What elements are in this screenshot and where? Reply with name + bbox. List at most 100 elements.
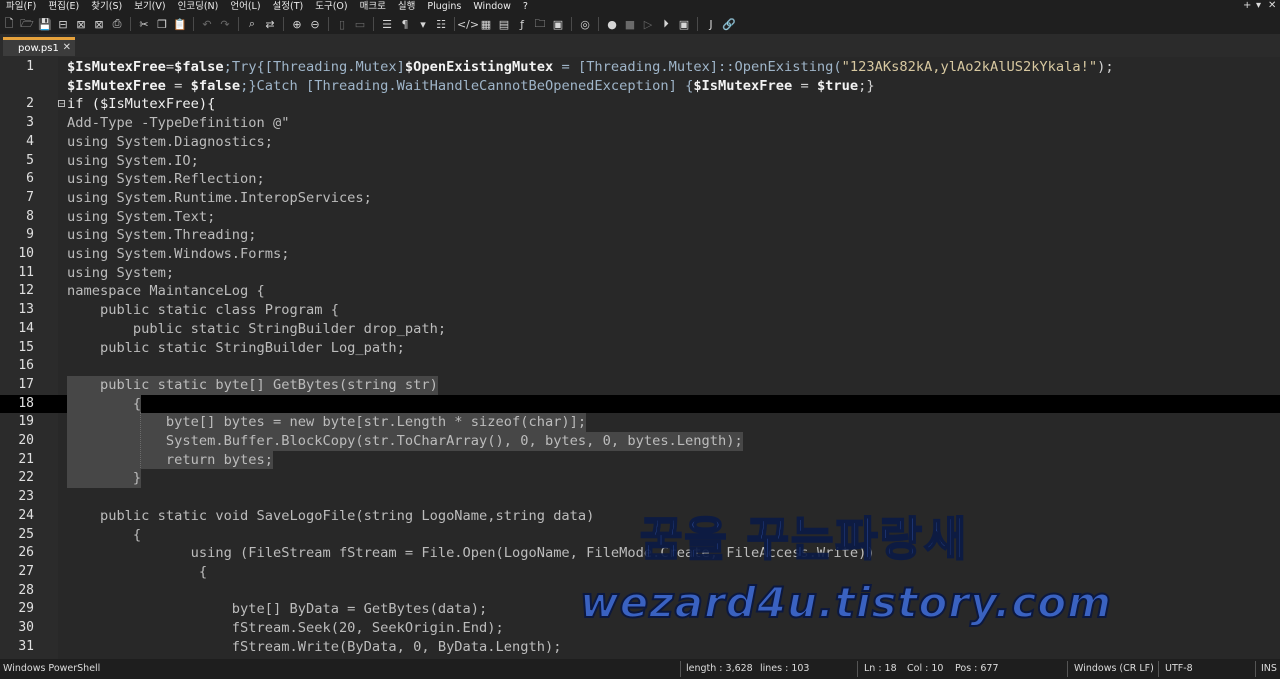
menu-tools[interactable]: 도구(O) — [309, 0, 353, 14]
zoom-out-icon[interactable]: ⊖ — [307, 16, 323, 32]
close-icon[interactable]: ⊠ — [73, 16, 89, 32]
code-line: 4 using System.Diagnostics; — [0, 133, 1280, 152]
code-icon[interactable]: </> — [457, 16, 479, 32]
status-col: Col : 10 — [907, 663, 944, 674]
line-number: 5 — [26, 152, 34, 168]
line-text: Add-Type -TypeDefinition @" — [67, 115, 290, 132]
copy-icon[interactable]: ❐ — [154, 16, 170, 32]
toolbar-divider — [238, 17, 239, 31]
line-text: return bytes; — [67, 450, 274, 470]
line-number: 29 — [18, 601, 34, 617]
line-number: 10 — [18, 246, 34, 261]
menu-settings[interactable]: 설정(T) — [267, 0, 310, 14]
code-token: $false — [190, 77, 241, 94]
code-token: = — [165, 59, 175, 75]
menu-search[interactable]: 찾기(S) — [85, 0, 128, 14]
replace-icon[interactable]: ⇄ — [262, 16, 278, 32]
line-number: 7 — [26, 189, 34, 205]
redo-icon[interactable]: ↷ — [217, 16, 233, 32]
record-macro-icon[interactable]: ● — [604, 16, 620, 32]
sync-h-icon[interactable]: ▭ — [352, 16, 368, 32]
tab-list-down-icon[interactable]: ▾ — [1256, 0, 1261, 11]
paste-icon[interactable]: 📋 — [172, 16, 188, 32]
show-all-chars-icon[interactable]: ¶ — [397, 16, 413, 32]
menu-help[interactable]: ? — [517, 0, 534, 14]
menu-window[interactable]: Window — [467, 0, 516, 14]
indent-guide-icon[interactable]: ☷ — [433, 16, 449, 32]
tab-bar: pow.ps1 ✕ — [0, 34, 1280, 56]
new-file-icon[interactable]: 🗋 — [1, 16, 17, 32]
line-text: using System.IO; — [67, 152, 199, 169]
function-list-icon[interactable]: ƒ — [514, 16, 530, 32]
folder-workspace-icon[interactable]: 🗀 — [532, 16, 548, 32]
play-macro-icon[interactable]: ▷ — [640, 16, 656, 32]
save-all-icon[interactable]: ⊟ — [55, 16, 71, 32]
plugin-j-icon[interactable]: J — [703, 16, 719, 32]
line-number: 14 — [18, 320, 34, 336]
monitor-icon[interactable]: ▣ — [550, 16, 566, 32]
doc-list-icon[interactable]: ▤ — [496, 16, 512, 32]
code-line: 20 System.Buffer.BlockCopy(str.ToCharArr… — [0, 432, 1280, 451]
run-multiple-icon[interactable]: ⏵ — [658, 16, 674, 32]
link-icon[interactable]: 🔗 — [721, 16, 737, 32]
menu-encoding[interactable]: 인코딩(N) — [172, 0, 225, 14]
word-wrap-icon[interactable]: ☰ — [379, 16, 395, 32]
status-ln: Ln : 18 — [864, 663, 897, 674]
code-token: ); — [1097, 59, 1114, 75]
fold-toggle-icon[interactable]: − — [58, 100, 65, 108]
menu-view[interactable]: 보기(V) — [128, 0, 171, 14]
undo-icon[interactable]: ↶ — [199, 16, 215, 32]
focus-icon[interactable]: ◎ — [577, 16, 593, 32]
toolbar-divider — [328, 17, 329, 31]
line-number: 16 — [18, 358, 34, 374]
menu-file[interactable]: 파일(F) — [0, 0, 42, 14]
cut-icon[interactable]: ✂ — [136, 16, 152, 32]
menu-edit[interactable]: 편집(E) — [42, 0, 85, 14]
print-icon[interactable]: ⎙ — [109, 16, 125, 32]
new-tab-plus[interactable]: + — [1243, 0, 1251, 11]
code-line: 14 public static StringBuilder drop_path… — [0, 320, 1280, 339]
line-number: 8 — [26, 208, 34, 224]
menu-macro[interactable]: 매크로 — [354, 0, 392, 14]
line-text: System.Buffer.BlockCopy(str.ToCharArray(… — [67, 432, 743, 451]
code-line: 7 using System.Runtime.InteropServices; — [0, 189, 1280, 208]
code-line: 12 namespace MaintanceLog { — [0, 282, 1280, 301]
code-token: = — [165, 77, 191, 94]
code-token: ;} — [858, 77, 875, 94]
zoom-in-icon[interactable]: ⊕ — [289, 16, 305, 32]
dropdown-icon[interactable]: ▾ — [415, 16, 431, 32]
code-token: "123AKs82kA,ylAo2kAlUS2kYkala!" — [841, 59, 1098, 75]
save-icon[interactable]: 💾 — [37, 16, 53, 32]
code-line: 31 fStream.Write(ByData, 0, ByData.Lengt… — [0, 638, 1280, 657]
menu-run[interactable]: 실행 — [392, 0, 421, 14]
save-macro-icon[interactable]: ▣ — [676, 16, 692, 32]
close-doc-icon[interactable]: ✕ — [1268, 0, 1276, 11]
toolbar-divider — [283, 17, 284, 31]
open-file-icon[interactable]: 🗁 — [19, 16, 35, 32]
map-icon[interactable]: ▦ — [478, 16, 494, 32]
line-number: 17 — [18, 376, 34, 392]
line-number: 30 — [18, 620, 34, 635]
tab-label: pow.ps1 — [18, 42, 59, 54]
code-token: $IsMutexFree — [67, 59, 166, 75]
line-number: 28 — [18, 582, 34, 598]
code-token: $true — [816, 77, 859, 94]
code-token: $false — [174, 59, 224, 75]
line-number: 13 — [18, 302, 34, 318]
close-all-icon[interactable]: ⊠ — [91, 16, 107, 32]
tab-pow-ps1[interactable]: pow.ps1 ✕ — [3, 37, 75, 56]
tab-close-icon[interactable]: ✕ — [63, 42, 71, 53]
menu-plugins[interactable]: Plugins — [421, 0, 467, 14]
status-lines: lines : 103 — [760, 663, 810, 674]
stop-macro-icon[interactable]: ■ — [622, 16, 638, 32]
line-text: using System.Windows.Forms; — [67, 246, 290, 262]
find-icon[interactable]: ⌕ — [244, 16, 260, 32]
line-text: public static class Program { — [67, 302, 339, 319]
sync-v-icon[interactable]: ▯ — [334, 16, 350, 32]
status-eol: Windows (CR LF) — [1074, 663, 1154, 674]
line-number: 19 — [18, 414, 34, 430]
menu-language[interactable]: 언어(L) — [224, 0, 266, 14]
line-number: 15 — [18, 339, 34, 355]
code-line: 22 } — [0, 469, 1280, 489]
line-text: byte[] ByData = GetBytes(data); — [67, 601, 488, 618]
